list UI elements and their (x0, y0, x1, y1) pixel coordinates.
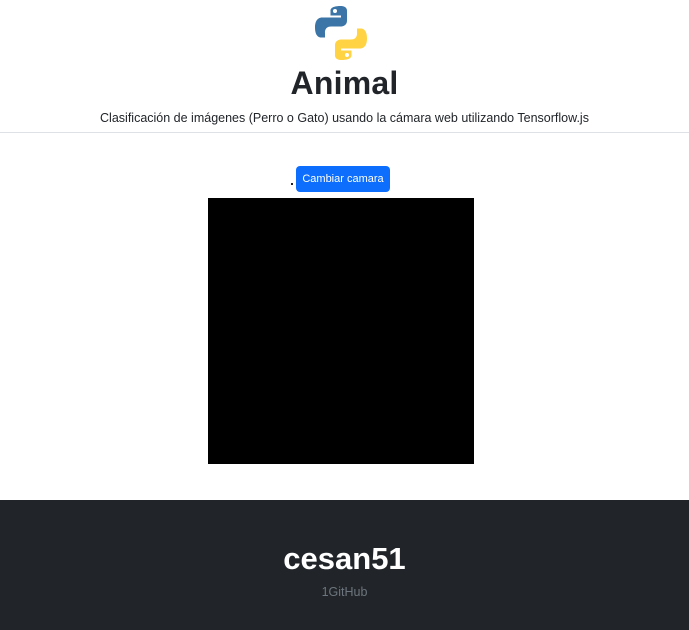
page: Animal Clasificación de imágenes (Perro … (0, 0, 689, 630)
page-subtitle: Clasificación de imágenes (Perro o Gato)… (100, 111, 589, 125)
page-footer: cesan51 1GitHub (0, 500, 689, 630)
camera-canvas (208, 198, 474, 464)
page-title: Animal (290, 65, 399, 101)
footer-author: cesan51 (283, 541, 406, 576)
page-header: Animal Clasificación de imágenes (Perro … (0, 0, 689, 133)
python-logo-icon (315, 6, 367, 60)
github-link[interactable]: 1GitHub (0, 584, 689, 600)
switch-camera-button[interactable]: Cambiar camara (296, 166, 390, 192)
hidden-label-marker (291, 183, 293, 185)
